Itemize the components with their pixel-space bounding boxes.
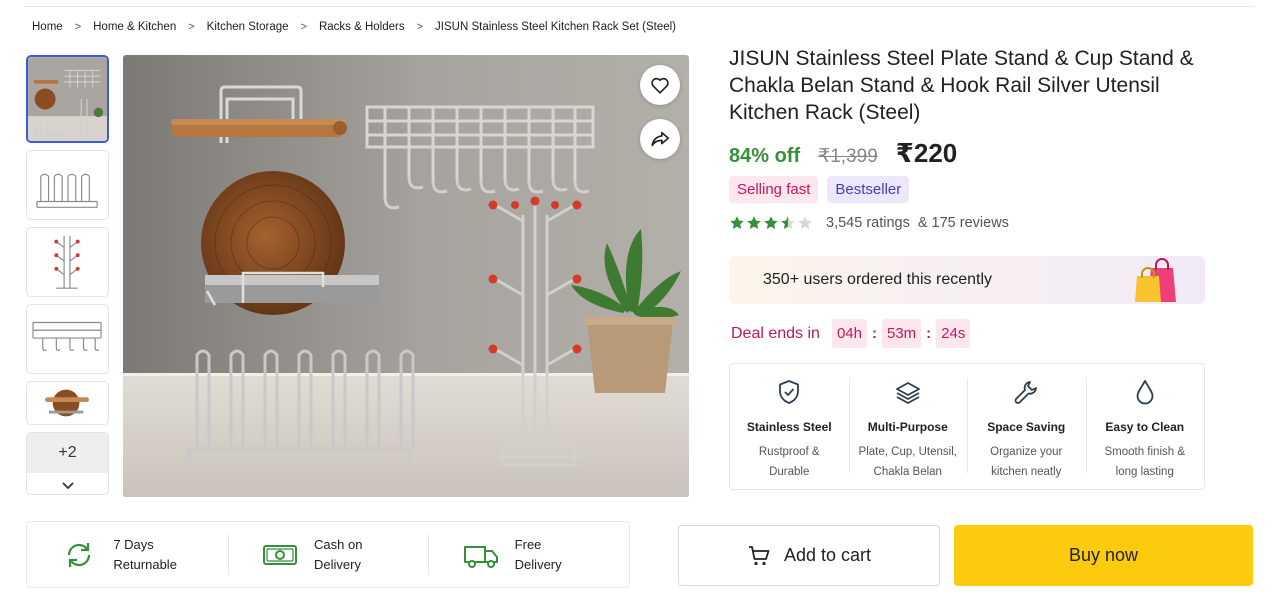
countdown-hours: 04h	[831, 319, 867, 348]
bestseller-badge: Bestseller	[827, 176, 910, 203]
thumbnail-hook-rail[interactable]	[26, 304, 109, 374]
breadcrumb-current: JISUN Stainless Steel Kitchen Rack Set (…	[435, 21, 676, 33]
service-cash-on-delivery: Cash on Delivery	[227, 522, 429, 587]
breadcrumb-home-kitchen[interactable]: Home & Kitchen	[93, 21, 176, 33]
star-rating	[729, 215, 814, 231]
ratings-count: 3,545 ratings	[826, 215, 910, 231]
breadcrumb-home[interactable]: Home	[32, 21, 63, 33]
share-icon	[651, 131, 670, 147]
shopping-bags-icon	[1135, 258, 1176, 302]
product-title: JISUN Stainless Steel Plate Stand & Cup …	[729, 47, 1194, 124]
wrench-icon	[1014, 381, 1038, 404]
return-icon	[68, 542, 91, 567]
service-line2: Delivery	[514, 556, 562, 572]
star-full-icon	[730, 216, 744, 229]
feature-title: Multi-Purpose	[867, 420, 948, 434]
share-button[interactable]	[640, 119, 680, 159]
breadcrumb: Home > Home & Kitchen > Kitchen Storage …	[32, 21, 676, 33]
chevron-right-icon: >	[74, 21, 82, 33]
top-divider	[24, 6, 1254, 7]
star-half-icon	[781, 216, 795, 229]
feature-title: Stainless Steel	[746, 420, 832, 434]
chevron-down-icon[interactable]	[27, 473, 108, 494]
discount-percent: 84% off	[729, 145, 801, 167]
service-info: 7 Days Returnable Cash on Delivery Free …	[26, 521, 630, 588]
original-price: ₹1,399	[818, 146, 878, 167]
countdown-separator: :	[871, 325, 877, 342]
service-text: Free Delivery	[515, 535, 595, 575]
thumbnail-cup-stand[interactable]	[26, 227, 109, 297]
cart-icon	[748, 545, 770, 565]
service-line1: Free	[514, 536, 542, 552]
service-text: 7 Days Returnable	[113, 535, 193, 575]
feature-multi-purpose: Multi-Purpose Plate, Cup, Utensil, Chakl…	[848, 364, 968, 489]
service-line1: Cash on	[314, 536, 363, 552]
price-row: 84% off ₹1,399 ₹220	[729, 138, 957, 169]
rating-row[interactable]: 3,545 ratings & 175 reviews	[729, 215, 1009, 231]
thumbnail-list: +2	[26, 55, 109, 495]
chevron-right-icon: >	[188, 21, 195, 33]
product-tags: Selling fast Bestseller	[729, 176, 918, 203]
heart-icon	[651, 77, 669, 94]
service-returnable: 7 Days Returnable	[27, 522, 228, 587]
feature-title: Easy to Clean	[1105, 420, 1185, 434]
cup-stand-thumbnail-image	[54, 235, 80, 289]
feature-desc: Organize your kitchen neatly	[990, 446, 1063, 478]
more-thumbnails-count: +2	[27, 433, 108, 473]
product-photo	[123, 55, 689, 497]
feature-title: Space Saving	[987, 420, 1066, 434]
ordered-recently-banner: 350+ users ordered this recently	[729, 256, 1205, 304]
reviews-count: & 175 reviews	[917, 215, 1009, 231]
service-line2: Returnable	[113, 556, 177, 572]
chevron-right-icon: >	[300, 21, 307, 33]
wishlist-button[interactable]	[640, 65, 680, 105]
add-to-cart-button[interactable]: Add to cart	[678, 525, 940, 586]
buy-now-button[interactable]: Buy now	[954, 525, 1253, 586]
countdown-seconds: 24s	[936, 319, 971, 348]
feature-desc: Smooth finish & long lasting	[1104, 446, 1186, 478]
main-product-image	[123, 55, 689, 497]
service-line2: Delivery	[314, 556, 361, 572]
shield-check-icon	[779, 380, 800, 404]
more-thumbnails[interactable]: +2	[26, 432, 109, 495]
service-free-delivery: Free Delivery	[428, 522, 629, 587]
star-full-icon	[747, 216, 761, 229]
thumbnail-chakla-belan[interactable]	[26, 381, 109, 425]
breadcrumb-kitchen-storage[interactable]: Kitchen Storage	[207, 21, 289, 33]
feature-highlights: Stainless Steel Rustproof & Durable Mult…	[729, 363, 1205, 490]
countdown-minutes: 53m	[881, 319, 922, 348]
feature-desc: Rustproof & Durable	[758, 446, 820, 478]
star-full-icon	[764, 216, 778, 229]
feature-easy-to-clean: Easy to Clean Smooth finish & long lasti…	[1085, 364, 1205, 489]
plate-rack-thumbnail-image	[36, 173, 98, 208]
selling-fast-badge: Selling fast	[729, 176, 819, 203]
thumbnail-full-set[interactable]	[26, 55, 109, 143]
add-to-cart-label: Add to cart	[783, 545, 872, 565]
star-empty-icon	[798, 216, 812, 229]
truck-icon	[463, 545, 498, 568]
chakla-belan-thumbnail-image	[45, 389, 89, 417]
selling-price: ₹220	[895, 138, 958, 168]
deal-countdown: Deal ends in 04h : 53m : 24s	[729, 319, 971, 348]
service-text: Cash on Delivery	[314, 535, 394, 575]
chevron-right-icon: >	[416, 21, 424, 33]
buy-now-label: Buy now	[1068, 545, 1139, 565]
feature-stainless-steel: Stainless Steel Rustproof & Durable	[730, 364, 849, 489]
ordered-recently-text: 350+ users ordered this recently	[763, 271, 993, 288]
layers-icon	[895, 382, 920, 404]
thumbnail-plate-rack[interactable]	[26, 150, 109, 220]
feature-desc: Plate, Cup, Utensil, Chakla Belan	[858, 446, 957, 478]
breadcrumb-racks-holders[interactable]: Racks & Holders	[319, 21, 405, 33]
deal-label: Deal ends in	[731, 324, 820, 342]
countdown-separator: :	[926, 325, 932, 342]
full-set-thumbnail-image	[28, 57, 107, 141]
service-line1: 7 Days	[113, 536, 154, 552]
feature-space-saving: Space Saving Organize your kitchen neatl…	[967, 364, 1086, 489]
hook-rail-thumbnail-image	[32, 321, 102, 351]
cash-icon	[263, 544, 297, 565]
droplet-icon	[1136, 380, 1154, 405]
